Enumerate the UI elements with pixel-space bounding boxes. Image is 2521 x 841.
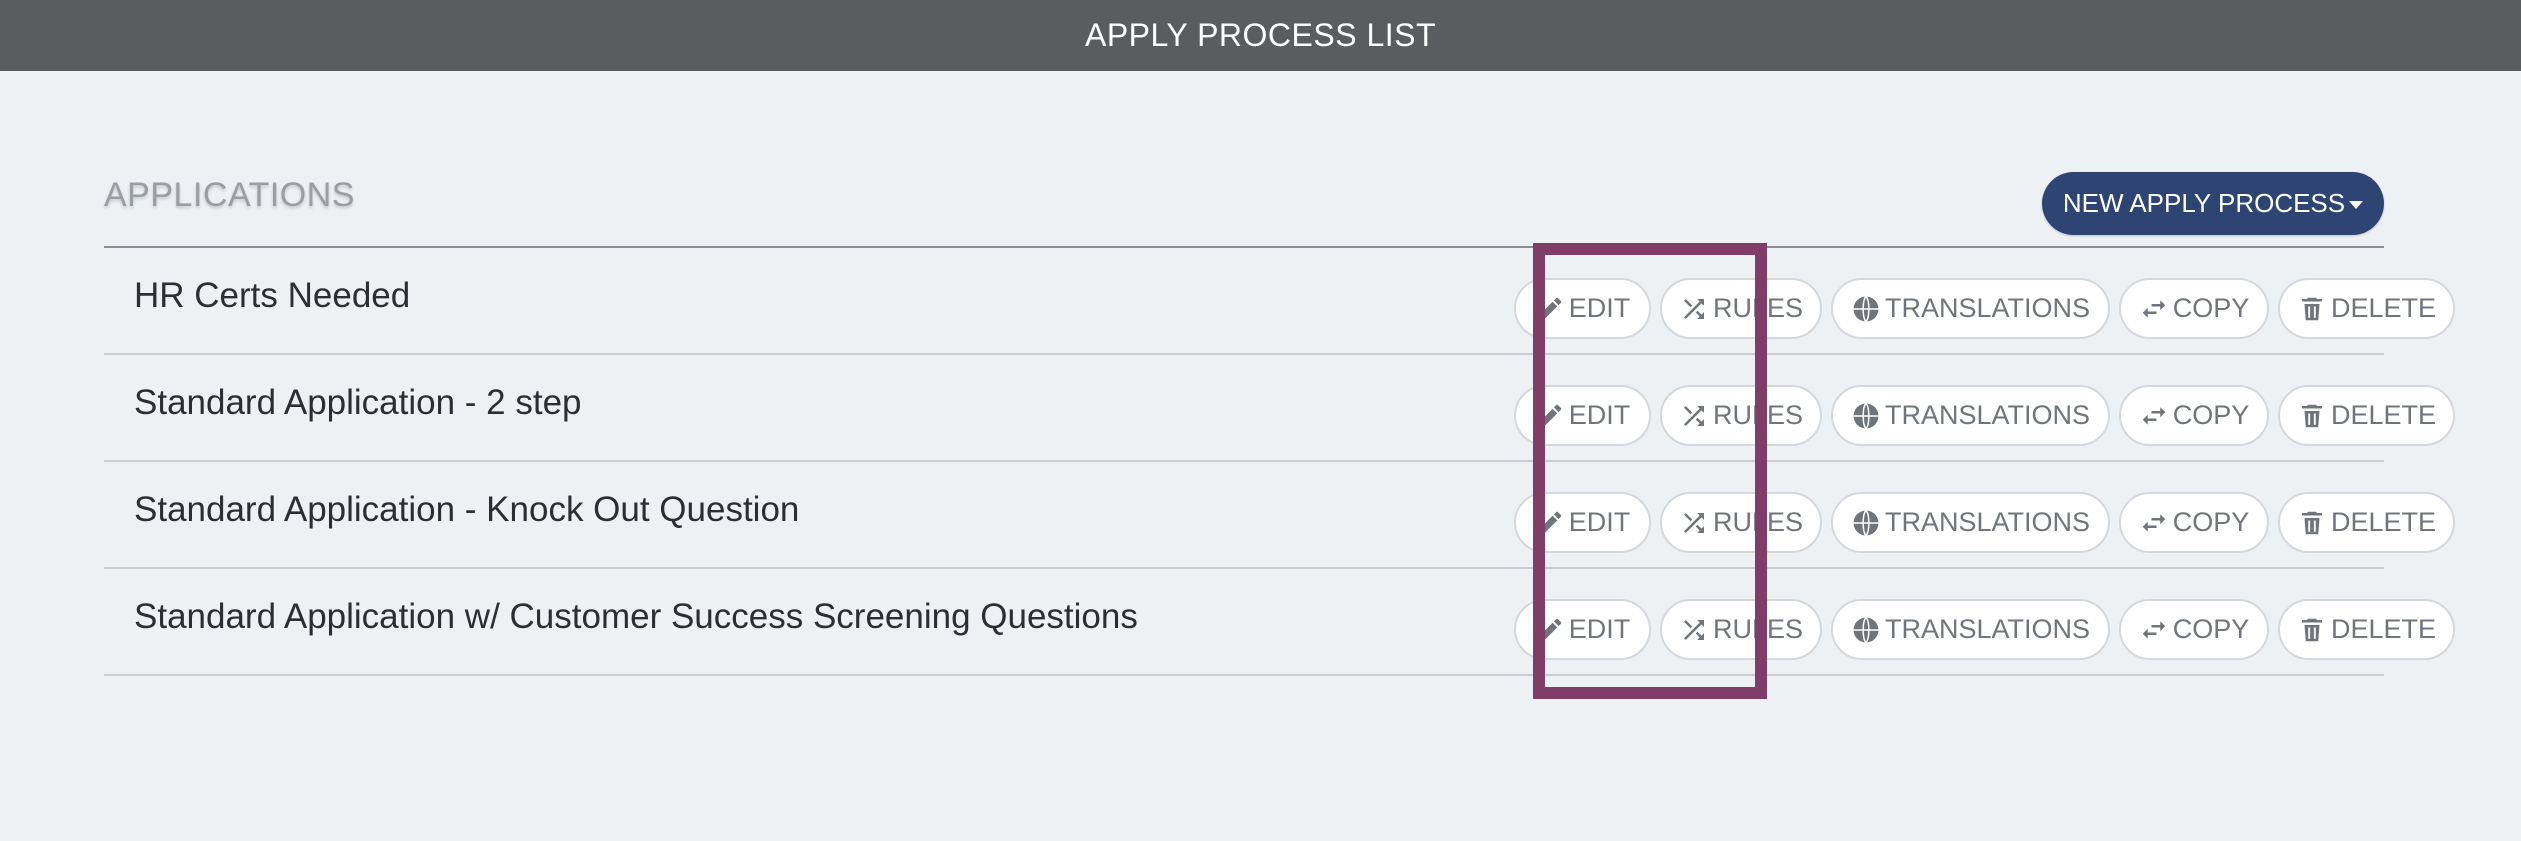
list-item: Standard Application w/ Customer Success… [104,569,2455,676]
shuffle-icon [1679,401,1709,431]
shuffle-icon [1679,294,1709,324]
copy-button[interactable]: COPY [2119,599,2269,660]
trash-icon [2297,615,2327,645]
swap-arrows-icon [2139,294,2169,324]
copy-button[interactable]: COPY [2119,385,2269,446]
translations-button[interactable]: TRANSLATIONS [1831,599,2110,660]
globe-icon [1851,294,1881,324]
application-name[interactable]: Standard Application - Knock Out Questio… [134,490,799,530]
rules-label: RULES [1712,400,1804,430]
delete-label: DELETE [2330,293,2437,323]
globe-icon [1851,508,1881,538]
delete-label: DELETE [2330,400,2437,430]
translations-label: TRANSLATIONS [1884,293,2091,323]
copy-button[interactable]: COPY [2119,492,2269,553]
edit-button[interactable]: EDIT [1514,492,1651,553]
trash-icon [2297,508,2327,538]
trash-icon [2297,294,2327,324]
trash-icon [2297,401,2327,431]
pencil-icon [1535,615,1565,645]
shuffle-icon [1679,615,1709,645]
rules-button[interactable]: RULES [1660,278,1822,339]
translations-button[interactable]: TRANSLATIONS [1831,278,2110,339]
top-bar: APPLY PROCESS LIST [0,0,2521,71]
delete-button[interactable]: DELETE [2278,278,2455,339]
swap-arrows-icon [2139,615,2169,645]
edit-label: EDIT [1568,614,1631,644]
delete-label: DELETE [2330,614,2437,644]
copy-button[interactable]: COPY [2119,278,2269,339]
page-title: APPLY PROCESS LIST [1084,17,1437,53]
new-apply-process-label: NEW APPLY PROCESS [2062,188,2346,218]
delete-label: DELETE [2330,507,2437,537]
translations-button[interactable]: TRANSLATIONS [1831,492,2110,553]
delete-button[interactable]: DELETE [2278,599,2455,660]
copy-label: COPY [2172,614,2250,644]
translations-label: TRANSLATIONS [1884,507,2091,537]
copy-label: COPY [2172,400,2250,430]
list-item: HR Certs Needed EDIT RULES TRANSLATIONS … [104,248,2455,355]
edit-button[interactable]: EDIT [1514,385,1651,446]
rules-button[interactable]: RULES [1660,492,1822,553]
application-name[interactable]: Standard Application w/ Customer Success… [134,597,1138,637]
rules-button[interactable]: RULES [1660,599,1822,660]
application-name[interactable]: HR Certs Needed [134,276,410,316]
translations-label: TRANSLATIONS [1884,400,2091,430]
rules-label: RULES [1712,614,1804,644]
new-apply-process-button[interactable]: NEW APPLY PROCESS [2042,172,2384,235]
rules-label: RULES [1712,293,1804,323]
pencil-icon [1535,508,1565,538]
delete-button[interactable]: DELETE [2278,385,2455,446]
edit-label: EDIT [1568,293,1631,323]
edit-button[interactable]: EDIT [1514,599,1651,660]
rules-label: RULES [1712,507,1804,537]
list-item: Standard Application - 2 step EDIT RULES… [104,355,2455,462]
copy-label: COPY [2172,293,2250,323]
application-name[interactable]: Standard Application - 2 step [134,383,582,423]
pencil-icon [1535,401,1565,431]
delete-button[interactable]: DELETE [2278,492,2455,553]
shuffle-icon [1679,508,1709,538]
section-title: APPLICATIONS [104,176,355,214]
edit-label: EDIT [1568,400,1631,430]
edit-button[interactable]: EDIT [1514,278,1651,339]
pencil-icon [1535,294,1565,324]
edit-label: EDIT [1568,507,1631,537]
list-item: Standard Application - Knock Out Questio… [104,462,2455,569]
applications-list: HR Certs Needed EDIT RULES TRANSLATIONS … [104,248,2455,676]
swap-arrows-icon [2139,401,2169,431]
translations-button[interactable]: TRANSLATIONS [1831,385,2110,446]
caret-down-icon [2349,200,2364,209]
swap-arrows-icon [2139,508,2169,538]
copy-label: COPY [2172,507,2250,537]
translations-label: TRANSLATIONS [1884,614,2091,644]
rules-button[interactable]: RULES [1660,385,1822,446]
globe-icon [1851,615,1881,645]
globe-icon [1851,401,1881,431]
